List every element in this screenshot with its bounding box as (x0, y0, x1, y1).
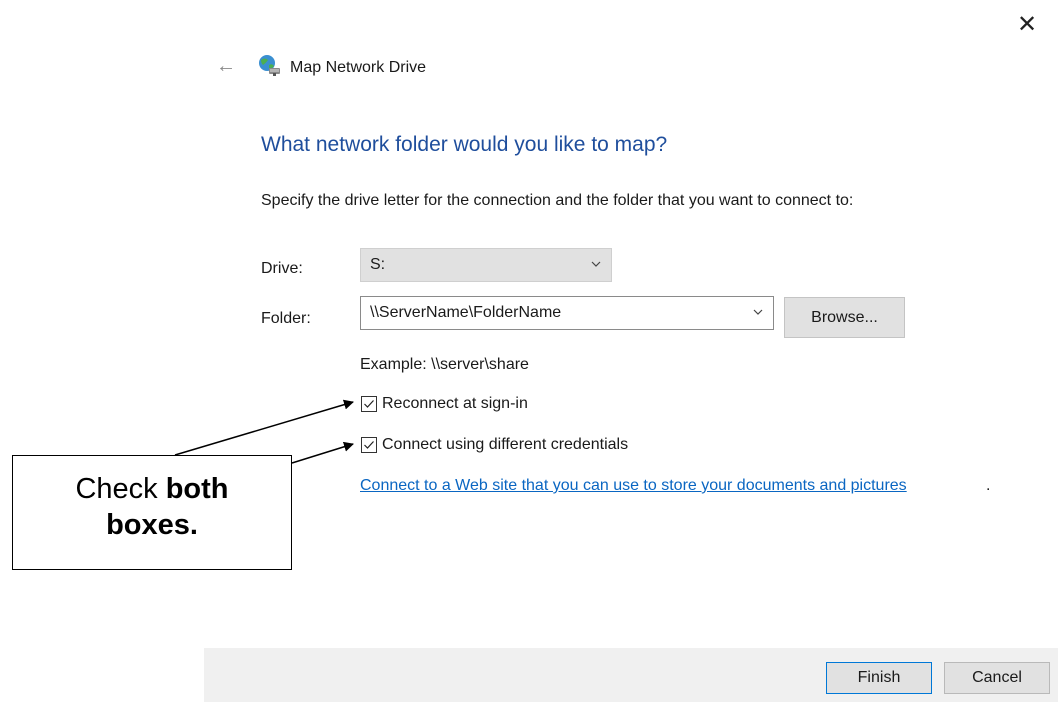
browse-button[interactable]: Browse... (784, 297, 905, 338)
back-arrow-icon[interactable]: ← (214, 54, 238, 78)
reconnect-label: Reconnect at sign-in (382, 395, 528, 412)
example-text: Example: \\server\share (360, 356, 529, 373)
callout-bold-both: both (165, 473, 229, 505)
chevron-down-icon (591, 261, 601, 267)
callout-prefix: Check (75, 473, 166, 505)
checkbox-checked-icon[interactable] (361, 396, 377, 412)
drive-value: S: (370, 256, 386, 273)
finish-button[interactable]: Finish (826, 662, 932, 694)
page-heading: What network folder would you like to ma… (261, 133, 668, 156)
cancel-button[interactable]: Cancel (944, 662, 1050, 694)
link-period: . (986, 477, 991, 494)
folder-label: Folder: (261, 310, 311, 327)
different-credentials-checkbox[interactable]: Connect using different credentials (361, 434, 628, 456)
drive-label: Drive: (261, 260, 303, 277)
reconnect-checkbox[interactable]: Reconnect at sign-in (361, 393, 528, 415)
arrow-to-reconnect (174, 399, 354, 456)
window-title: Map Network Drive (290, 59, 427, 76)
different-credentials-label: Connect using different credentials (382, 436, 629, 453)
annotation-arrows (174, 399, 354, 464)
folder-value: \\ServerName\FolderName (370, 304, 562, 321)
instructions-text: Specify the drive letter for the connect… (261, 192, 854, 209)
drive-select[interactable]: S: (360, 248, 612, 282)
arrow-to-credentials (291, 441, 354, 464)
footer-bar: Finish Cancel (204, 648, 1058, 702)
chevron-down-icon[interactable] (751, 305, 765, 319)
network-drive-icon (257, 53, 281, 77)
checkbox-checked-icon[interactable] (361, 437, 377, 453)
close-icon[interactable]: ✕ (1012, 10, 1042, 40)
callout-bold-boxes: boxes. (106, 509, 198, 541)
annotation-callout-box: Check both boxes. (12, 455, 292, 570)
web-site-link[interactable]: Connect to a Web site that you can use t… (360, 475, 907, 497)
folder-input[interactable]: \\ServerName\FolderName (360, 296, 774, 330)
